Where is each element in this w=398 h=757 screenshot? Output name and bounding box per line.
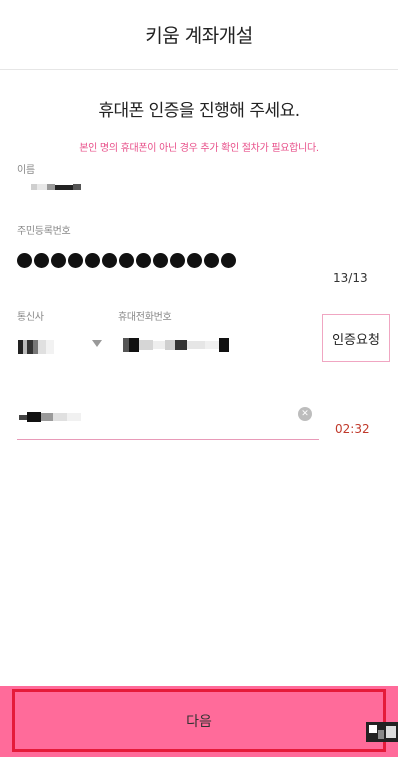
page-title: 키움 계좌개설: [145, 25, 253, 47]
close-circle-icon[interactable]: ✕: [298, 407, 312, 421]
next-button[interactable]: 다음: [12, 689, 386, 752]
app-header: 키움 계좌개설: [0, 0, 398, 70]
code-underline: [17, 439, 319, 440]
rrn-input[interactable]: [17, 253, 236, 268]
carrier-select[interactable]: [18, 340, 54, 354]
name-input[interactable]: [31, 184, 81, 190]
carrier-label: 통신사: [17, 312, 44, 323]
notice-text: 본인 명의 휴대폰이 아닌 경우 추가 확인 절차가 필요합니다.: [79, 143, 319, 154]
rrn-counter: 13/13: [333, 271, 368, 285]
floating-badge-icon: [366, 722, 398, 742]
phone-input[interactable]: [123, 338, 229, 352]
headline: 휴대폰 인증을 진행해 주세요.: [98, 101, 300, 121]
countdown-timer: 02:32: [335, 422, 370, 436]
rrn-label: 주민등록번호: [17, 226, 71, 237]
chevron-down-icon[interactable]: [92, 340, 102, 347]
code-input[interactable]: [19, 412, 81, 422]
name-label: 이름: [17, 165, 35, 176]
phone-label: 휴대전화번호: [118, 312, 172, 323]
next-button-label: 다음: [186, 713, 212, 730]
auth-request-button[interactable]: 인증요청: [322, 314, 390, 362]
